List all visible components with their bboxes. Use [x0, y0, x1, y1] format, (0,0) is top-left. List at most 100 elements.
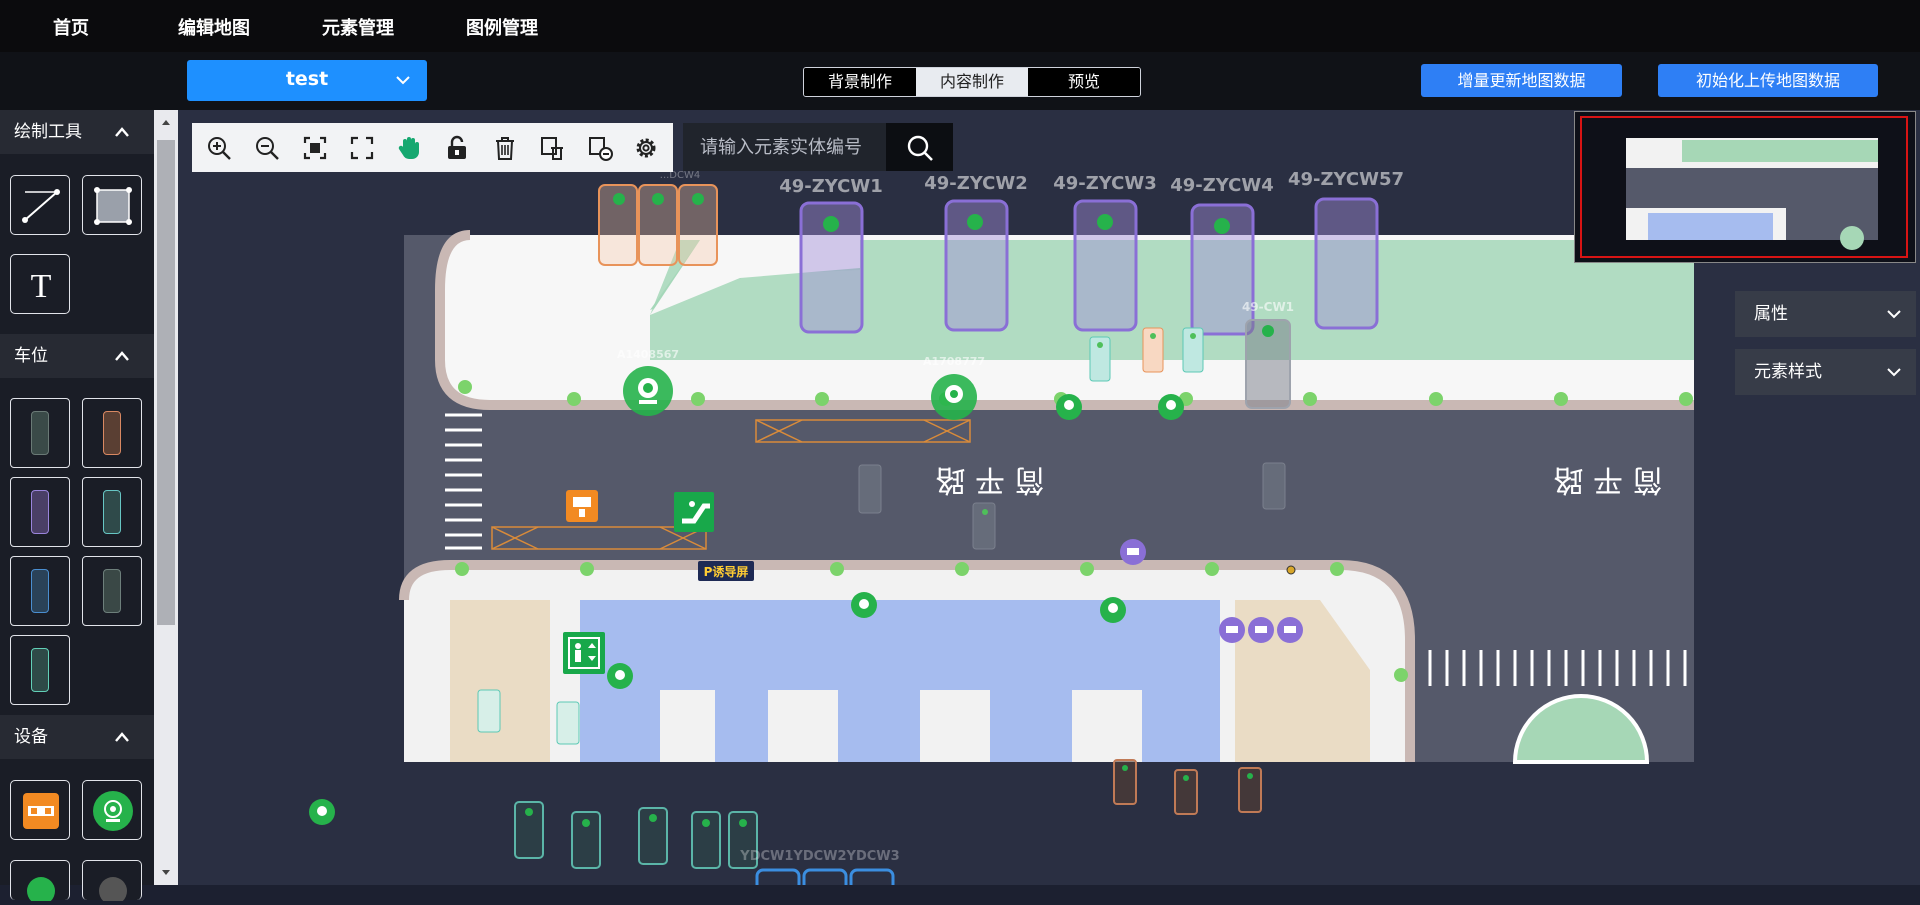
- camera-label: A1408567: [617, 348, 679, 361]
- orange-spaces-bottom: [1113, 759, 1262, 815]
- parking-space-type-mint[interactable]: [10, 635, 70, 705]
- minimap[interactable]: [1574, 111, 1916, 263]
- parking-space-type-dark[interactable]: [82, 556, 142, 626]
- space-label: 49-ZYCW57: [1288, 169, 1404, 190]
- section-title: 车位: [14, 346, 48, 366]
- bottom-space-label: YDCW1YDCW2YDCW3: [739, 849, 899, 864]
- parking-space-gray: [1262, 462, 1286, 510]
- parking-space-gray: [858, 464, 882, 514]
- map-select[interactable]: test: [187, 60, 427, 101]
- device-guide-screen-button[interactable]: [10, 780, 70, 840]
- stair-4: [1072, 690, 1142, 762]
- device-camera-button[interactable]: [82, 780, 142, 840]
- building-floor-left: [450, 600, 550, 762]
- guide-screen-device: [566, 490, 598, 522]
- rect-tool-button[interactable]: [82, 175, 142, 235]
- unlock-icon[interactable]: [444, 135, 470, 161]
- zoom-out-icon[interactable]: [254, 135, 280, 161]
- canvas-toolbar: [192, 123, 673, 172]
- scroll-up-arrow-icon[interactable]: [154, 110, 178, 134]
- search-icon: [907, 135, 933, 161]
- space-label: 49-ZYCW1: [779, 176, 883, 197]
- incremental-update-button[interactable]: 增量更新地图数据: [1421, 64, 1622, 97]
- properties-panel-toggle[interactable]: 属性: [1735, 291, 1916, 337]
- element-search: [683, 123, 953, 171]
- minimap-viewport[interactable]: [1580, 116, 1908, 258]
- stair-1: [660, 690, 715, 762]
- road-label-2: 简 平 路: [1553, 462, 1662, 497]
- map-select-value: test: [285, 68, 329, 90]
- space-label: 49-ZYCW4: [1170, 175, 1274, 196]
- element-style-panel-toggle[interactable]: 元素样式: [1735, 349, 1916, 395]
- space-label: 49-ZYCW2: [924, 173, 1028, 194]
- road-label-1: 简 平 路: [935, 462, 1044, 497]
- line-tool-button[interactable]: [10, 175, 70, 235]
- nav-item-home[interactable]: 首页: [53, 14, 89, 40]
- element-style-title: 元素样式: [1754, 362, 1822, 382]
- top-navigation: 首页 编辑地图 元素管理 图例管理: [0, 0, 1920, 52]
- nav-item-element-management[interactable]: 元素管理: [322, 14, 394, 40]
- teal-space: [477, 689, 501, 733]
- search-input[interactable]: [683, 123, 883, 171]
- space-label: 49-CW1: [1242, 300, 1294, 314]
- pan-hand-icon[interactable]: [396, 135, 422, 161]
- delete-layer-icon[interactable]: [539, 135, 565, 161]
- blue-spaces-partial: [755, 868, 895, 885]
- camera-device: [931, 374, 977, 420]
- device-button-partial-2[interactable]: [82, 860, 142, 905]
- teal-spaces-bottom: [514, 801, 758, 869]
- camera-label: A1708777: [923, 355, 985, 368]
- guide-screen-label: P诱导屏: [704, 564, 749, 579]
- camera-device: [623, 366, 673, 416]
- tab-preview[interactable]: 预览: [1028, 68, 1140, 96]
- space-label: 49-ZYCW3: [1053, 173, 1157, 194]
- chevron-down-icon: [396, 76, 410, 85]
- space-status-dot: [1262, 325, 1274, 337]
- teal-space: [556, 701, 580, 745]
- sidebar: 绘制工具 T 车位 设备: [0, 110, 154, 905]
- scroll-down-arrow-icon[interactable]: [154, 861, 178, 885]
- tab-content[interactable]: 内容制作: [916, 68, 1028, 96]
- escalator-icon: [674, 492, 714, 532]
- init-upload-button[interactable]: 初始化上传地图数据: [1658, 64, 1878, 97]
- space-status-dots: [823, 214, 1230, 234]
- parking-space-type-blue[interactable]: [10, 556, 70, 626]
- delete-icon[interactable]: [492, 135, 518, 161]
- mode-switch: 背景制作 内容制作 预览: [803, 67, 1141, 97]
- scrollbar-thumb[interactable]: [157, 140, 175, 625]
- nav-item-edit-map[interactable]: 编辑地图: [178, 14, 250, 40]
- stair-2: [768, 690, 838, 762]
- settings-gear-icon[interactable]: [633, 135, 659, 161]
- parking-space-type-teal[interactable]: [82, 477, 142, 547]
- stair-3: [920, 690, 990, 762]
- nav-item-legend-management[interactable]: 图例管理: [466, 14, 538, 40]
- elevator-icon: [563, 632, 605, 674]
- zoom-in-icon[interactable]: [206, 135, 232, 161]
- search-button[interactable]: [886, 123, 953, 171]
- svg-text:T: T: [31, 268, 52, 305]
- parking-space-type-purple[interactable]: [10, 477, 70, 547]
- section-devices[interactable]: 设备: [0, 715, 154, 759]
- space-sensor-dot: [982, 509, 988, 515]
- chevron-down-icon: [1887, 310, 1901, 319]
- section-parking[interactable]: 车位: [0, 334, 154, 378]
- section-title: 设备: [14, 727, 48, 747]
- tab-background[interactable]: 背景制作: [804, 68, 916, 96]
- device-icon: [99, 877, 127, 905]
- chevron-down-icon: [1887, 368, 1901, 377]
- parking-space-type-gray[interactable]: [10, 398, 70, 468]
- parking-space-type-orange[interactable]: [82, 398, 142, 468]
- section-drawing-tools[interactable]: 绘制工具: [0, 110, 154, 154]
- remove-layer-icon[interactable]: [587, 135, 613, 161]
- section-title: 绘制工具: [14, 122, 82, 142]
- properties-title: 属性: [1754, 304, 1788, 324]
- fullscreen-icon[interactable]: [349, 135, 375, 161]
- camera-icon: [93, 791, 133, 831]
- chevron-up-icon: [115, 127, 129, 137]
- text-tool-button[interactable]: T: [10, 254, 70, 314]
- chevron-up-icon: [115, 732, 129, 742]
- camera-icon: [27, 877, 55, 905]
- fit-view-icon[interactable]: [302, 135, 328, 161]
- device-button-partial[interactable]: [10, 860, 70, 905]
- minimap-preview: [1626, 138, 1878, 250]
